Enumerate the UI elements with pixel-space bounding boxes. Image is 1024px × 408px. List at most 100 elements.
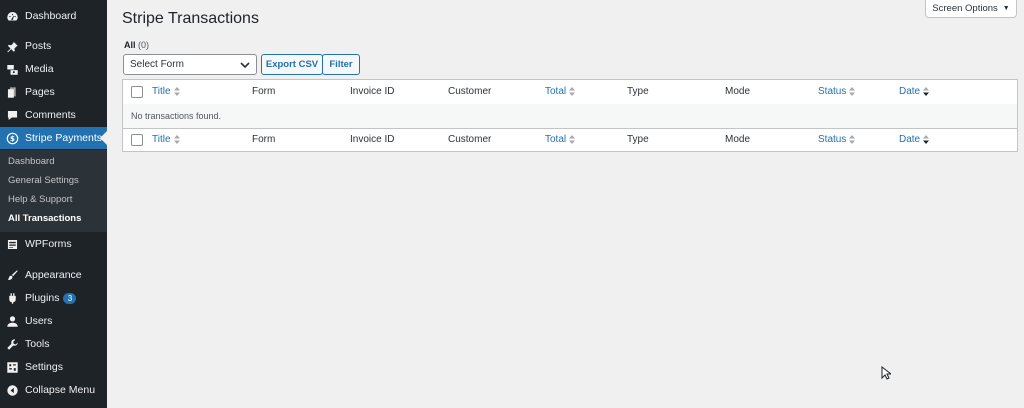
settings-icon bbox=[5, 360, 19, 374]
admin-sidebar: Dashboard Posts Media Pages Comments $ S… bbox=[0, 0, 107, 408]
menu-label-media: Media bbox=[25, 63, 54, 75]
dollar-icon: $ bbox=[5, 131, 19, 145]
mouse-cursor-icon bbox=[881, 366, 891, 380]
dashboard-icon bbox=[5, 9, 19, 23]
sort-icon bbox=[173, 86, 180, 96]
brush-icon bbox=[5, 268, 19, 282]
menu-item-settings[interactable]: Settings bbox=[0, 356, 107, 378]
menu-label-wpforms: WPForms bbox=[25, 238, 72, 250]
wrench-icon bbox=[5, 337, 19, 351]
column-form: Form bbox=[252, 86, 276, 97]
menu-item-media[interactable]: Media bbox=[0, 58, 107, 80]
menu-label-comments: Comments bbox=[25, 109, 76, 121]
forms-icon bbox=[5, 237, 19, 251]
column-date-label: Date bbox=[899, 86, 921, 97]
export-csv-button[interactable]: Export CSV bbox=[261, 54, 323, 75]
menu-item-dashboard[interactable]: Dashboard bbox=[0, 5, 107, 27]
column-status-label: Status bbox=[818, 134, 847, 145]
menu-item-wpforms[interactable]: WPForms bbox=[0, 233, 107, 255]
column-status[interactable]: Status bbox=[818, 80, 856, 104]
sort-icon bbox=[569, 134, 576, 144]
screen-options-button[interactable]: Screen Options ▼ bbox=[925, 0, 1017, 18]
page-title: Stripe Transactions bbox=[122, 10, 259, 27]
view-all-count: (0) bbox=[138, 40, 150, 50]
stripe-submenu: Dashboard General Settings Help & Suppor… bbox=[0, 150, 107, 232]
transactions-table: Title Form Invoice ID Customer Total Typ… bbox=[122, 79, 1018, 152]
column-total-label: Total bbox=[545, 134, 567, 145]
menu-label-appearance: Appearance bbox=[25, 269, 82, 281]
column-mode-footer: Mode bbox=[725, 134, 751, 145]
view-all-label: All bbox=[124, 40, 136, 50]
menu-label-posts: Posts bbox=[25, 40, 52, 52]
column-title-label: Title bbox=[152, 86, 171, 97]
menu-item-comments[interactable]: Comments bbox=[0, 104, 107, 126]
empty-message: No transactions found. bbox=[131, 111, 222, 121]
table-row-empty: No transactions found. bbox=[123, 104, 1017, 129]
caret-down-icon: ▼ bbox=[1002, 5, 1010, 12]
sort-icon bbox=[849, 86, 856, 96]
menu-label-plugins: Plugins bbox=[25, 292, 60, 304]
menu-item-plugins[interactable]: Plugins 3 bbox=[0, 287, 107, 309]
select-all-checkbox[interactable] bbox=[131, 86, 143, 98]
filter-button[interactable]: Filter bbox=[322, 54, 360, 75]
comment-icon bbox=[5, 108, 19, 122]
column-type: Type bbox=[627, 86, 649, 97]
column-title-label: Title bbox=[152, 134, 171, 145]
column-invoice-id: Invoice ID bbox=[350, 86, 395, 97]
column-title[interactable]: Title bbox=[152, 80, 180, 104]
menu-label-pages: Pages bbox=[25, 86, 55, 98]
column-total-footer[interactable]: Total bbox=[545, 128, 576, 152]
menu-label-collapse: Collapse Menu bbox=[25, 384, 96, 396]
table-footer-row: Title Form Invoice ID Customer Total Typ… bbox=[123, 128, 1017, 152]
plugins-update-badge: 3 bbox=[63, 292, 77, 304]
select-all-checkbox-footer[interactable] bbox=[131, 134, 143, 146]
sort-icon bbox=[849, 134, 856, 144]
menu-item-stripe-payments[interactable]: $ Stripe Payments bbox=[0, 127, 107, 149]
submenu-general-settings[interactable]: General Settings bbox=[8, 172, 79, 190]
column-invoice-id-footer: Invoice ID bbox=[350, 134, 395, 145]
submenu-help-support[interactable]: Help & Support bbox=[8, 191, 72, 209]
chevron-down-icon bbox=[240, 62, 250, 69]
column-date-label: Date bbox=[899, 134, 921, 145]
sort-icon bbox=[569, 86, 576, 96]
media-icon bbox=[5, 62, 19, 76]
menu-item-pages[interactable]: Pages bbox=[0, 81, 107, 103]
menu-label-settings: Settings bbox=[25, 361, 63, 373]
column-form-footer: Form bbox=[252, 134, 276, 145]
collapse-menu-button[interactable]: Collapse Menu bbox=[0, 379, 107, 401]
menu-label-dashboard: Dashboard bbox=[25, 10, 77, 22]
user-icon bbox=[5, 314, 19, 328]
column-status-label: Status bbox=[818, 86, 847, 97]
menu-label-stripe-payments: Stripe Payments bbox=[25, 132, 103, 144]
sort-icon bbox=[173, 134, 180, 144]
column-customer: Customer bbox=[448, 86, 492, 97]
submenu-dashboard[interactable]: Dashboard bbox=[8, 153, 54, 171]
table-header-row: Title Form Invoice ID Customer Total Typ… bbox=[123, 80, 1017, 105]
pages-icon bbox=[5, 85, 19, 99]
column-total-label: Total bbox=[545, 86, 567, 97]
menu-item-appearance[interactable]: Appearance bbox=[0, 264, 107, 286]
plugin-icon bbox=[5, 291, 19, 305]
view-filter-all[interactable]: All (0) bbox=[124, 40, 149, 50]
column-date[interactable]: Date bbox=[899, 80, 930, 104]
column-customer-footer: Customer bbox=[448, 134, 492, 145]
pin-icon bbox=[5, 39, 19, 53]
menu-item-tools[interactable]: Tools bbox=[0, 333, 107, 355]
column-type-footer: Type bbox=[627, 134, 649, 145]
column-title-footer[interactable]: Title bbox=[152, 128, 180, 152]
column-date-footer[interactable]: Date bbox=[899, 128, 930, 152]
sort-desc-icon bbox=[923, 134, 930, 144]
column-total[interactable]: Total bbox=[545, 80, 576, 104]
collapse-icon bbox=[5, 383, 19, 397]
svg-text:$: $ bbox=[10, 134, 15, 143]
form-select-dropdown[interactable]: Select Form bbox=[123, 54, 257, 75]
menu-item-users[interactable]: Users bbox=[0, 310, 107, 332]
menu-label-tools: Tools bbox=[25, 338, 50, 350]
sort-desc-icon bbox=[923, 86, 930, 96]
menu-item-posts[interactable]: Posts bbox=[0, 35, 107, 57]
column-status-footer[interactable]: Status bbox=[818, 128, 856, 152]
menu-label-users: Users bbox=[25, 315, 53, 327]
submenu-all-transactions[interactable]: All Transactions bbox=[8, 210, 81, 228]
form-select-value: Select Form bbox=[130, 59, 184, 70]
column-mode: Mode bbox=[725, 86, 751, 97]
